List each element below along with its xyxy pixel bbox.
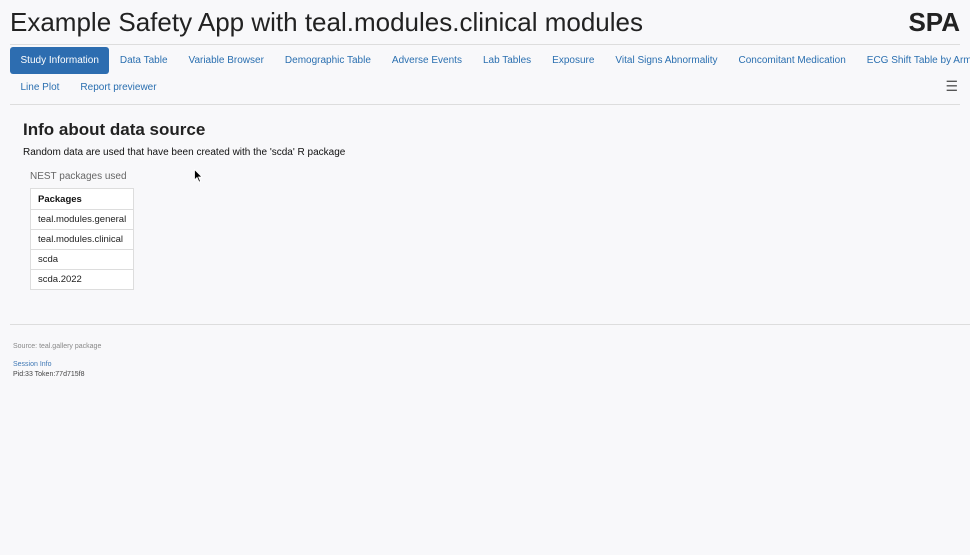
tab-vital-signs-abnormality[interactable]: Vital Signs Abnormality (605, 47, 728, 74)
packages-column-header: Packages (29, 188, 135, 210)
packages-table: Packages teal.modules.general teal.modul… (29, 188, 135, 290)
tab-row-2: Line Plot Report previewer (10, 74, 167, 101)
table-cell: teal.modules.general (29, 209, 135, 230)
study-info-panel: Info about data source Random data are u… (23, 120, 345, 160)
section-title: Info about data source (23, 120, 206, 139)
footer: Source: teal.gallery package Session Inf… (10, 324, 970, 378)
packages-table-caption: NEST packages used (30, 171, 127, 182)
table-row: teal.modules.clinical (29, 229, 135, 250)
app-abbreviation: SPA (908, 7, 960, 37)
tab-demographic-table[interactable]: Demographic Table (274, 47, 381, 74)
pid-token-text: Pid:33 Token:77d715f8 (13, 371, 85, 378)
tab-exposure[interactable]: Exposure (542, 47, 605, 74)
tab-line-plot[interactable]: Line Plot (10, 74, 70, 101)
tab-ecg-shift-table-by-arm[interactable]: ECG Shift Table by Arm (856, 47, 970, 74)
table-row: teal.modules.general (29, 209, 135, 230)
tab-concomitant-medication[interactable]: Concomitant Medication (728, 47, 856, 74)
tab-study-information[interactable]: Study Information (10, 47, 110, 74)
table-cell: teal.modules.clinical (29, 229, 135, 250)
section-description: Random data are used that have been crea… (23, 147, 346, 158)
tab-row-1: Study Information Data Table Variable Br… (10, 47, 970, 74)
table-row: scda (29, 249, 135, 270)
tab-data-table[interactable]: Data Table (109, 47, 178, 74)
tab-lab-tables[interactable]: Lab Tables (472, 47, 541, 74)
hamburger-menu-icon[interactable]: ☰ (945, 78, 958, 94)
app-title: Example Safety App with teal.modules.cli… (10, 7, 643, 37)
table-header-row: Packages (29, 188, 135, 210)
mouse-pointer-icon (194, 168, 203, 188)
table-cell: scda (29, 249, 135, 270)
table-cell: scda.2022 (29, 269, 135, 290)
source-text: Source: teal.gallery package (13, 343, 102, 350)
session-info-link[interactable]: Session Info (13, 361, 52, 368)
tab-adverse-events[interactable]: Adverse Events (381, 47, 472, 74)
tab-report-previewer[interactable]: Report previewer (70, 74, 167, 101)
tab-variable-browser[interactable]: Variable Browser (178, 47, 274, 74)
table-row: scda.2022 (29, 269, 135, 290)
app-header: Example Safety App with teal.modules.cli… (10, 0, 960, 45)
module-tabs: Study Information Data Table Variable Br… (10, 46, 970, 105)
